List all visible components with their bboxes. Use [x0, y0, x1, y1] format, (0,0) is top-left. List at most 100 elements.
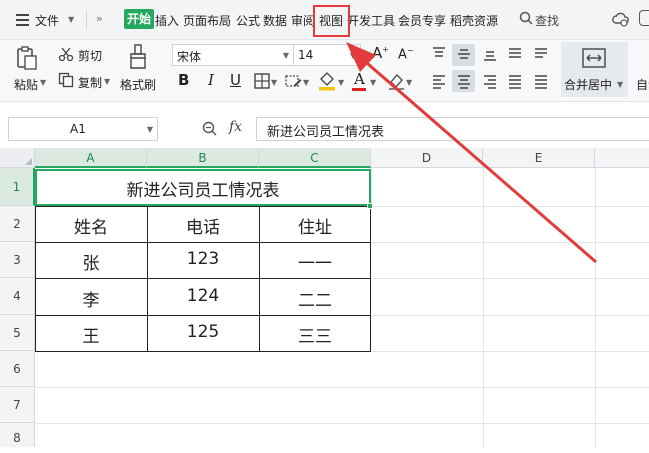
data-cell[interactable]: 一一 [259, 249, 371, 274]
justify-icon[interactable] [508, 73, 522, 89]
chevron-down-icon[interactable]: ▼ [147, 125, 153, 134]
format-painter-button[interactable]: 格式刷 [120, 76, 156, 93]
formula-input[interactable]: 新进公司员工情况表 [256, 117, 649, 141]
chevron-down-icon[interactable]: ▼ [271, 78, 277, 87]
underline-button[interactable]: U [230, 71, 241, 89]
header-cell-name[interactable]: 姓名 [35, 213, 147, 238]
chevron-down-icon[interactable]: ▼ [406, 78, 412, 87]
justify-top-icon[interactable] [508, 46, 522, 62]
row-header-8[interactable]: 8 [0, 423, 35, 447]
row-header-7[interactable]: 7 [0, 387, 35, 423]
auto-wrap-label[interactable]: 自动 [636, 76, 649, 93]
gridline [483, 168, 484, 447]
gridline [371, 278, 649, 279]
column-header-a[interactable]: A [35, 148, 147, 168]
fx-icon[interactable]: fx [229, 119, 242, 135]
data-cell[interactable]: 张 [35, 249, 147, 274]
share-icon[interactable] [639, 10, 649, 26]
fill-color-icon[interactable] [318, 71, 336, 91]
cell-style-icon[interactable] [285, 73, 302, 89]
column-header-e[interactable]: E [483, 148, 595, 168]
align-left-icon[interactable] [432, 73, 446, 89]
row-header-2[interactable]: 2 [0, 206, 35, 242]
tab-review[interactable]: 审阅 [291, 12, 315, 29]
distributed-icon[interactable] [534, 73, 548, 89]
wrap-icon[interactable] [534, 46, 548, 62]
font-color-icon[interactable]: A [354, 70, 365, 88]
align-right-icon[interactable] [483, 73, 497, 89]
more-tabs-icon[interactable]: » [96, 12, 103, 25]
tab-home[interactable]: 开始 [124, 9, 155, 29]
row-header-3[interactable]: 3 [0, 242, 35, 278]
chevron-down-icon[interactable]: ▼ [617, 80, 623, 89]
menu-icon[interactable] [16, 14, 29, 26]
row-header-6[interactable]: 6 [0, 351, 35, 387]
tab-member[interactable]: 会员专享 [398, 12, 446, 29]
tab-developer[interactable]: 开发工具 [347, 12, 395, 29]
clear-format-icon[interactable] [388, 72, 405, 90]
table-border [35, 315, 371, 316]
bold-button[interactable]: B [178, 71, 189, 89]
zoom-icon[interactable] [202, 121, 217, 136]
copy-button[interactable]: 复制 [78, 74, 102, 91]
chevron-down-icon[interactable]: ▼ [283, 51, 289, 60]
paste-icon[interactable] [16, 46, 38, 70]
format-painter-icon[interactable] [128, 44, 148, 70]
chevron-down-icon[interactable]: ▼ [303, 78, 309, 87]
name-box[interactable]: A1 ▼ [8, 117, 158, 141]
align-bottom-icon[interactable] [483, 46, 497, 62]
font-name-select[interactable]: 宋体 ▼ [172, 44, 294, 66]
column-header-f[interactable] [595, 148, 649, 168]
merge-center-label[interactable]: 合并居中 [564, 76, 612, 93]
chevron-down-icon[interactable]: ▼ [40, 78, 46, 87]
align-top-icon[interactable] [432, 46, 446, 62]
data-cell[interactable]: 125 [147, 322, 259, 342]
chevron-down-icon[interactable]: ▼ [370, 78, 376, 87]
tab-data[interactable]: 数据 [263, 12, 287, 29]
search-icon[interactable] [519, 11, 533, 25]
chevron-down-icon[interactable]: ▼ [104, 77, 110, 86]
row-header-1[interactable]: 1 [0, 168, 35, 206]
file-menu[interactable]: 文件 [35, 12, 59, 29]
cut-button[interactable]: 剪切 [78, 47, 102, 64]
header-cell-phone[interactable]: 电话 [147, 213, 259, 238]
column-header-b[interactable]: B [147, 148, 259, 168]
gridline [35, 423, 649, 424]
merge-cells-icon[interactable] [582, 48, 606, 68]
data-cell[interactable]: 二二 [259, 286, 371, 311]
column-header-d[interactable]: D [371, 148, 483, 168]
increase-font-icon[interactable]: A+ [372, 44, 389, 62]
gridline [371, 168, 372, 206]
data-cell[interactable]: 124 [147, 286, 259, 306]
paste-button[interactable]: 粘贴 [14, 76, 38, 93]
italic-button[interactable]: I [208, 71, 214, 89]
search-label[interactable]: 查找 [535, 12, 559, 29]
decrease-font-icon[interactable]: A− [398, 46, 414, 62]
header-cell-address[interactable]: 住址 [259, 213, 371, 238]
chevron-down-icon[interactable]: ▼ [350, 51, 356, 60]
select-all-button[interactable] [0, 148, 35, 168]
column-header-c[interactable]: C [259, 148, 371, 168]
tab-docer-resources[interactable]: 稻壳资源 [450, 12, 498, 29]
cloud-sync-icon[interactable] [612, 10, 630, 28]
fill-handle[interactable] [367, 203, 373, 209]
tab-formulas[interactable]: 公式 [236, 12, 260, 29]
scissors-icon[interactable] [58, 46, 74, 62]
align-center-icon[interactable] [457, 73, 471, 89]
divider [86, 10, 87, 30]
row-header-4[interactable]: 4 [0, 278, 35, 315]
chevron-down-icon[interactable]: ▼ [68, 15, 74, 24]
data-cell[interactable]: 三三 [259, 322, 371, 347]
font-size-select[interactable]: 14 ▼ [294, 44, 361, 66]
font-color-swatch [352, 88, 366, 91]
tab-insert[interactable]: 插入 [155, 12, 179, 29]
data-cell[interactable]: 王 [35, 322, 147, 347]
data-cell[interactable]: 123 [147, 249, 259, 269]
align-middle-icon[interactable] [457, 46, 471, 62]
row-header-5[interactable]: 5 [0, 315, 35, 351]
copy-icon[interactable] [58, 72, 74, 88]
borders-icon[interactable] [254, 73, 270, 89]
tab-page-layout[interactable]: 页面布局 [183, 12, 231, 29]
chevron-down-icon[interactable]: ▼ [338, 78, 344, 87]
data-cell[interactable]: 李 [35, 286, 147, 311]
